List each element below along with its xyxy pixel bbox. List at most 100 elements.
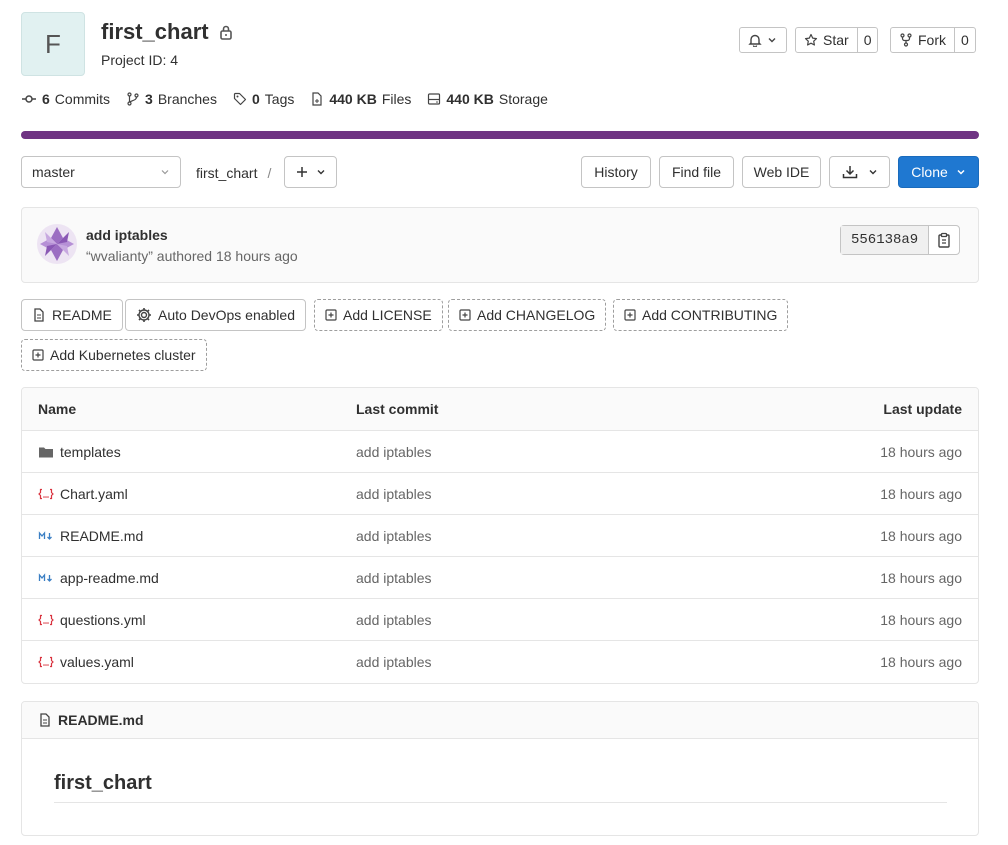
notification-button[interactable] [739, 27, 787, 53]
file-last-commit[interactable]: add iptables [356, 473, 432, 514]
plus-icon [296, 166, 308, 178]
breadcrumb-project[interactable]: first_chart [196, 165, 257, 181]
bell-icon [748, 33, 762, 47]
storage-size: 440 KB [446, 91, 494, 107]
add-menu-button[interactable] [284, 156, 337, 188]
storage-label: Storage [498, 91, 548, 107]
table-row[interactable]: Chart.yaml add iptables 18 hours ago [22, 473, 978, 515]
avatar-letter: F [45, 28, 61, 59]
document-icon [32, 308, 46, 322]
history-button[interactable]: History [581, 156, 651, 188]
add-license-label: Add LICENSE [343, 307, 432, 323]
file-name[interactable]: values.yaml [60, 654, 134, 670]
branch-selector[interactable]: master [21, 156, 181, 188]
last-update-column-header: Last update [883, 401, 962, 417]
add-contributing-label: Add CONTRIBUTING [642, 307, 778, 323]
star-label: Star [823, 32, 849, 48]
file-name[interactable]: questions.yml [60, 612, 146, 628]
file-last-update: 18 hours ago [880, 611, 962, 628]
add-license-button[interactable]: Add LICENSE [314, 299, 443, 331]
star-count[interactable]: 0 [856, 28, 878, 52]
file-last-update: 18 hours ago [880, 485, 962, 502]
readme-heading: first_chart [54, 772, 152, 794]
project-id: Project ID: 4 [101, 52, 179, 68]
table-row[interactable]: questions.yml add iptables 18 hours ago [22, 599, 978, 641]
add-changelog-button[interactable]: Add CHANGELOG [448, 299, 607, 331]
gear-icon [136, 307, 152, 323]
chevron-down-icon [868, 167, 878, 177]
file-last-commit[interactable]: add iptables [356, 599, 432, 640]
markdown-file-icon [38, 530, 54, 542]
breadcrumb-separator: / [267, 165, 272, 181]
plus-square-icon [32, 349, 44, 361]
file-name[interactable]: app-readme.md [60, 570, 159, 586]
table-row[interactable]: README.md add iptables 18 hours ago [22, 515, 978, 557]
files-label: Files [381, 91, 412, 107]
file-last-update: 18 hours ago [880, 654, 962, 670]
table-row[interactable]: values.yaml add iptables 18 hours ago [22, 641, 978, 683]
clone-button[interactable]: Clone [898, 156, 979, 188]
table-header: Name Last commit Last update [22, 388, 978, 431]
storage-stat: 440 KB Storage [427, 91, 548, 107]
chevron-down-icon [767, 35, 777, 45]
table-row[interactable]: templates add iptables 18 hours ago [22, 431, 978, 473]
branch-icon [126, 92, 140, 106]
branches-count: 3 [145, 91, 153, 107]
readme-link[interactable]: README [21, 299, 123, 331]
project-stats: 6 Commits 3 Branches 0 Tags 440 KB Files… [21, 91, 548, 107]
file-last-commit[interactable]: add iptables [356, 557, 432, 598]
file-last-update: 18 hours ago [880, 569, 962, 586]
fork-count[interactable]: 0 [954, 28, 975, 52]
fork-label: Fork [918, 32, 946, 48]
file-name[interactable]: Chart.yaml [60, 486, 128, 502]
fork-button[interactable]: Fork 0 [890, 27, 976, 53]
add-kubernetes-label: Add Kubernetes cluster [50, 347, 196, 363]
find-file-label: Find file [671, 164, 722, 180]
chevron-down-icon [316, 167, 326, 177]
plus-square-icon [325, 309, 337, 321]
add-contributing-button[interactable]: Add CONTRIBUTING [613, 299, 789, 331]
file-last-update: 18 hours ago [880, 527, 962, 544]
star-button[interactable]: Star 0 [795, 27, 879, 53]
commit-title[interactable]: add iptables [86, 227, 168, 243]
last-commit-column-header: Last commit [356, 401, 439, 417]
add-kubernetes-button[interactable]: Add Kubernetes cluster [21, 339, 207, 371]
readme-panel: README.md first_chart [21, 701, 979, 836]
breadcrumb: first_chart / [196, 165, 271, 181]
yaml-file-icon [38, 488, 54, 500]
readme-filename[interactable]: README.md [58, 712, 144, 728]
project-title[interactable]: first_chart [101, 19, 209, 45]
project-title-row: first_chart [101, 19, 233, 45]
file-last-commit[interactable]: add iptables [356, 431, 432, 472]
commits-stat[interactable]: 6 Commits [21, 91, 110, 107]
clipboard-icon [937, 232, 951, 248]
readme-link-label: README [52, 307, 112, 323]
last-commit-panel [21, 207, 979, 283]
tags-stat[interactable]: 0 Tags [233, 91, 294, 107]
file-last-update: 18 hours ago [880, 443, 962, 460]
file-name[interactable]: templates [60, 444, 121, 460]
web-ide-label: Web IDE [753, 164, 810, 180]
commit-sha[interactable]: 556138a9 [841, 226, 930, 254]
plus-square-icon [624, 309, 636, 321]
find-file-button[interactable]: Find file [659, 156, 734, 188]
file-last-commit[interactable]: add iptables [356, 515, 432, 556]
readme-header: README.md [22, 702, 978, 739]
file-last-commit[interactable]: add iptables [356, 641, 432, 683]
download-button[interactable] [829, 156, 890, 188]
folder-icon [38, 445, 54, 459]
lock-icon [219, 24, 233, 40]
commit-sha-group: 556138a9 [840, 225, 961, 255]
auto-devops-link[interactable]: Auto DevOps enabled [125, 299, 306, 331]
web-ide-button[interactable]: Web IDE [742, 156, 821, 188]
markdown-file-icon [38, 572, 54, 584]
copy-sha-button[interactable] [929, 226, 959, 254]
file-name[interactable]: README.md [60, 528, 143, 544]
author-avatar[interactable] [37, 224, 77, 264]
document-icon [38, 713, 52, 727]
tags-label: Tags [264, 91, 295, 107]
tag-icon [233, 92, 247, 106]
plus-square-icon [459, 309, 471, 321]
branches-stat[interactable]: 3 Branches [126, 91, 217, 107]
table-row[interactable]: app-readme.md add iptables 18 hours ago [22, 557, 978, 599]
